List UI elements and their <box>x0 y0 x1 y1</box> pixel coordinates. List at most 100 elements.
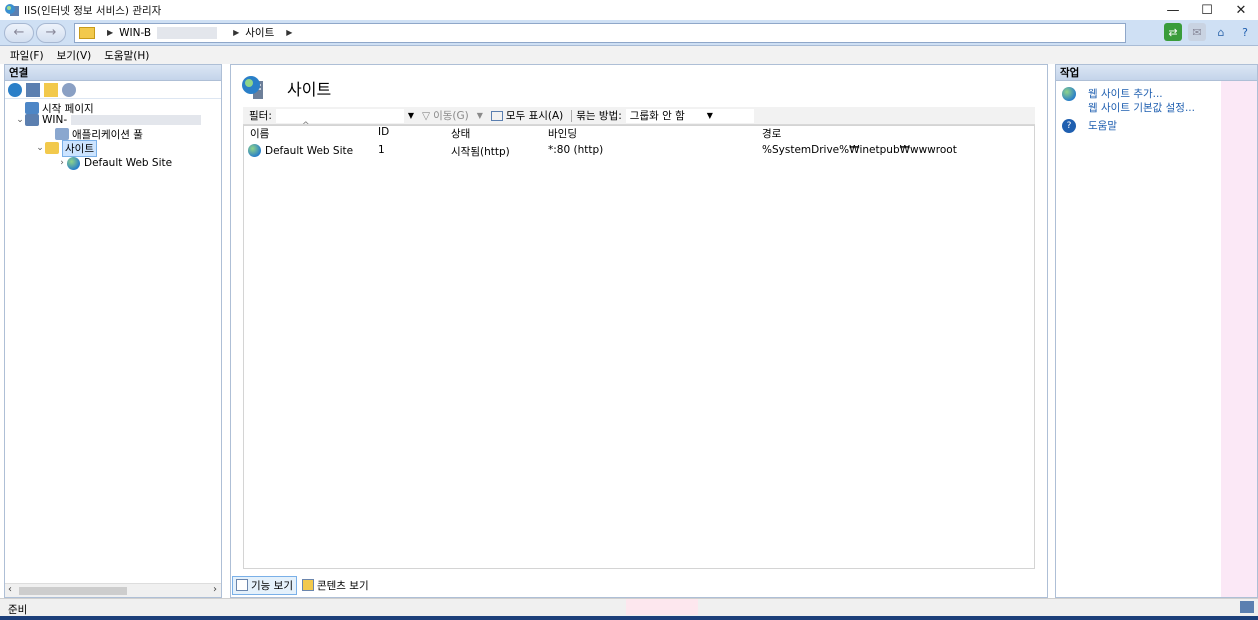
site-name-cell: Default Web Site <box>248 144 353 157</box>
mail-icon[interactable]: ✉ <box>1188 23 1206 41</box>
globe-icon <box>248 144 261 157</box>
forward-button[interactable]: → <box>36 22 66 43</box>
redacted-block <box>71 115 202 125</box>
breadcrumb-separator-icon: ▶ <box>107 28 114 37</box>
tree-item-server[interactable]: ⌄ WIN- <box>15 113 202 127</box>
scrollbar-thumb[interactable] <box>19 587 127 595</box>
connections-toolbar <box>5 81 221 99</box>
menu-view[interactable]: 보기(V) <box>57 48 92 63</box>
filter-input[interactable] <box>275 108 404 123</box>
toolbar-separator <box>571 109 573 122</box>
add-website-icon <box>1062 86 1076 101</box>
help-link[interactable]: 도움말 <box>1088 118 1117 133</box>
menu-bar: 파일(F) 보기(V) 도움말(H) <box>0 46 1258 64</box>
site-id: 1 <box>378 144 385 156</box>
show-all-icon <box>490 110 503 121</box>
back-button[interactable]: ← <box>4 22 34 43</box>
home-icon[interactable]: ⌂ <box>1212 23 1230 41</box>
site-status: 시작됨(http) <box>451 146 510 158</box>
show-all-button[interactable]: 모두 표시(A) <box>490 108 564 123</box>
filter-label: 필터: <box>249 110 272 122</box>
table-row[interactable]: Default Web Site 1 시작됨(http) *:80 (http)… <box>244 143 1034 159</box>
sort-ascending-icon: ^ <box>302 121 310 131</box>
tree-item-sites[interactable]: ⌄ 사이트 <box>35 139 97 157</box>
add-website-action[interactable]: 웹 사이트 추가... <box>1062 86 1163 101</box>
content-view-icon <box>301 579 314 591</box>
address-field[interactable]: ▶ WIN-B ▶ 사이트 ▶ <box>74 22 1126 43</box>
window-title: IIS(인터넷 정보 서비스) 관리자 <box>24 4 162 17</box>
iis-app-icon <box>4 3 20 17</box>
scroll-right-icon[interactable]: › <box>213 584 217 595</box>
set-defaults-link[interactable]: 웹 사이트 기본값 설정... <box>1088 100 1195 115</box>
collapse-icon[interactable]: ⌄ <box>35 143 45 153</box>
remove-connection-icon[interactable] <box>62 82 76 97</box>
maximize-button[interactable]: ☐ <box>1190 0 1224 20</box>
column-header-name[interactable]: 이름 <box>250 126 269 141</box>
breadcrumb-server[interactable]: WIN-B <box>119 27 151 39</box>
column-header-id[interactable]: ID <box>378 126 389 138</box>
sites-pane: 사이트 필터: ▼ ▽ 이동(G) ▼ 모두 표시(A) 묶는 방법: 그룹화 … <box>230 64 1048 598</box>
globe-icon <box>67 156 80 170</box>
actions-pane: 작업 웹 사이트 추가... 웹 사이트 기본값 설정... ? 도움말 <box>1055 64 1258 598</box>
up-folder-icon[interactable] <box>44 82 58 97</box>
close-button[interactable]: ✕ <box>1224 0 1258 20</box>
horizontal-scrollbar[interactable]: ‹ › <box>5 583 221 597</box>
app-pool-icon <box>55 128 69 140</box>
tree-item-label: WIN- <box>42 114 68 126</box>
group-by-value: 그룹화 안 함 <box>629 110 685 122</box>
tab-label: 콘텐츠 보기 <box>316 579 369 592</box>
go-dropdown-icon[interactable]: ▼ <box>477 111 483 120</box>
menu-help[interactable]: 도움말(H) <box>104 48 149 63</box>
go-button[interactable]: ▽ 이동(G) <box>422 108 469 123</box>
add-website-link[interactable]: 웹 사이트 추가... <box>1088 86 1163 101</box>
help-action[interactable]: ? 도움말 <box>1062 118 1117 133</box>
connect-icon[interactable]: ⇄ <box>1164 23 1182 41</box>
column-header-binding[interactable]: 바인딩 <box>548 126 577 141</box>
filter-bar: 필터: ▼ ▽ 이동(G) ▼ 모두 표시(A) 묶는 방법: 그룹화 안 함 … <box>243 107 1035 125</box>
back-arrow-icon: ← <box>13 25 25 40</box>
collapse-icon[interactable]: ⌄ <box>15 115 25 125</box>
tree-item-label: 사이트 <box>62 139 97 157</box>
pane-background-stripe <box>1221 81 1257 597</box>
sites-icon <box>241 75 269 101</box>
view-tabs: 기능 보기 콘텐츠 보기 <box>232 575 372 595</box>
site-binding: *:80 (http) <box>548 144 604 156</box>
sites-folder-icon <box>45 142 59 154</box>
address-bar: ← → ▶ WIN-B ▶ 사이트 ▶ ⇄ ✉ ⌂ ? <box>0 20 1258 46</box>
breadcrumb-separator-icon: ▶ <box>286 28 293 37</box>
status-bar: 준비 <box>0 598 1258 620</box>
expand-icon[interactable]: › <box>57 158 67 168</box>
breadcrumb-sites[interactable]: 사이트 <box>245 25 274 40</box>
tab-features-view[interactable]: 기능 보기 <box>232 575 297 595</box>
folder-icon <box>79 26 95 39</box>
show-all-label: 모두 표시(A) <box>505 110 564 122</box>
site-name: Default Web Site <box>265 144 354 157</box>
page-header: 사이트 <box>241 71 331 105</box>
site-path: %SystemDrive%₩inetpub₩wwwroot <box>762 144 957 156</box>
server-icon <box>25 114 39 126</box>
group-by-select[interactable]: 그룹화 안 함 ▼ <box>625 108 754 123</box>
minimize-button[interactable]: — <box>1156 0 1190 20</box>
menu-file[interactable]: 파일(F) <box>10 48 44 63</box>
tree-item-label: Default Web Site <box>84 157 173 169</box>
save-icon[interactable] <box>26 82 40 97</box>
column-header-status[interactable]: 상태 <box>451 126 470 141</box>
page-title: 사이트 <box>287 80 332 99</box>
redacted-block <box>157 26 218 39</box>
status-highlight <box>626 599 698 615</box>
funnel-icon: ▽ <box>422 109 431 122</box>
group-by-label: 묶는 방법: <box>576 110 622 122</box>
set-website-defaults-action[interactable]: 웹 사이트 기본값 설정... <box>1088 100 1195 115</box>
actions-header: 작업 <box>1056 65 1257 81</box>
column-header-path[interactable]: 경로 <box>762 126 781 141</box>
help-icon[interactable]: ? <box>1236 23 1254 41</box>
connect-globe-icon[interactable] <box>8 82 22 97</box>
title-bar: IIS(인터넷 정보 서비스) 관리자 — ☐ ✕ <box>0 0 1258 20</box>
filter-dropdown-icon[interactable]: ▼ <box>408 111 414 120</box>
tree-item-default-web-site[interactable]: › Default Web Site <box>57 156 172 170</box>
help-icon: ? <box>1062 118 1076 133</box>
breadcrumb-separator-icon: ▶ <box>233 28 240 37</box>
scroll-left-icon[interactable]: ‹ <box>8 584 12 595</box>
tab-content-view[interactable]: 콘텐츠 보기 <box>299 577 372 594</box>
features-view-icon <box>236 579 248 591</box>
